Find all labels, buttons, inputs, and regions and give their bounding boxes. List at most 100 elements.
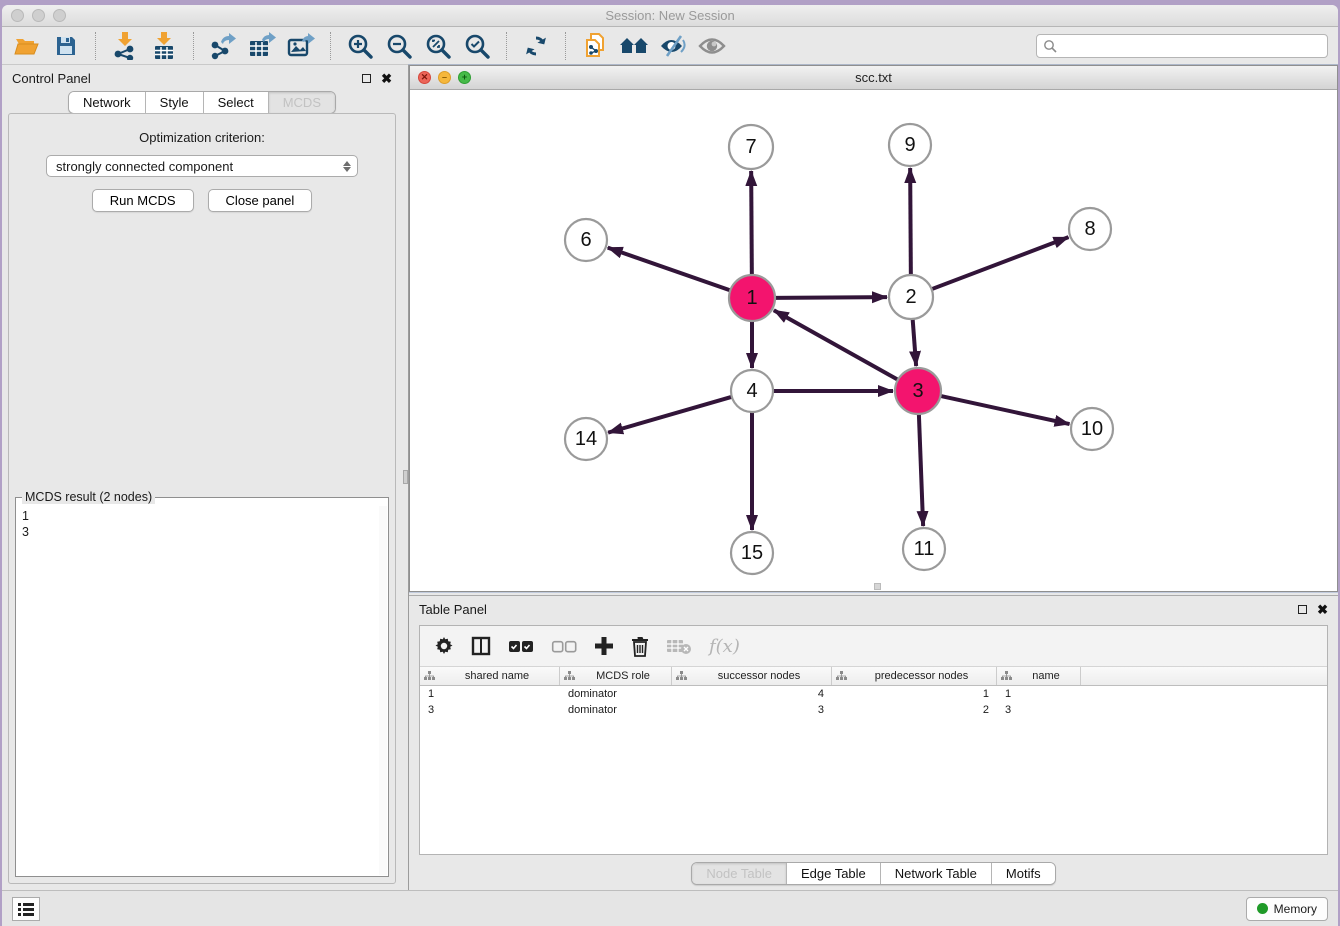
column-header-MCDS-role[interactable]: MCDS role xyxy=(560,667,672,685)
tab-network[interactable]: Network xyxy=(69,92,146,113)
edge-2-8[interactable] xyxy=(932,237,1069,289)
edge-2-9[interactable] xyxy=(910,168,911,275)
zoom-out-icon[interactable] xyxy=(384,31,414,61)
add-icon[interactable] xyxy=(594,636,614,656)
status-bar: Memory xyxy=(2,890,1338,926)
edge-1-7[interactable] xyxy=(751,171,752,275)
tab-network-table[interactable]: Network Table xyxy=(881,863,992,884)
column-header-predecessor-nodes[interactable]: predecessor nodes xyxy=(832,667,997,685)
control-panel-tabs: NetworkStyleSelectMCDS xyxy=(2,91,402,114)
mcds-result-group: MCDS result (2 nodes) 1 3 xyxy=(15,497,389,877)
task-history-button[interactable] xyxy=(12,897,40,921)
search-input[interactable] xyxy=(1061,39,1321,53)
float-panel-icon[interactable] xyxy=(362,74,371,83)
table-cell: dominator xyxy=(560,688,672,700)
zoom-in-icon[interactable] xyxy=(345,31,375,61)
export-table-icon[interactable] xyxy=(247,31,277,61)
node-label-1: 1 xyxy=(746,287,757,309)
divider-handle[interactable] xyxy=(403,470,408,484)
application-window: Session: New Session xyxy=(2,5,1338,926)
table-row[interactable]: 1dominator411 xyxy=(420,686,1327,702)
result-scrollbar[interactable] xyxy=(379,506,387,875)
network-graph[interactable]: 7968124314101511 xyxy=(410,90,1336,590)
search-field[interactable] xyxy=(1036,34,1328,58)
column-header-shared-name[interactable]: shared name xyxy=(420,667,560,685)
column-header-successor-nodes[interactable]: successor nodes xyxy=(672,667,832,685)
table-cell: 3 xyxy=(997,704,1081,716)
tab-mcds[interactable]: MCDS xyxy=(269,92,335,113)
sort-hierarchy-icon xyxy=(676,671,687,681)
table-tabs: Node TableEdge TableNetwork TableMotifs xyxy=(691,862,1055,885)
edge-1-2[interactable] xyxy=(775,297,887,298)
edge-2-3[interactable] xyxy=(913,319,917,366)
export-network-icon[interactable] xyxy=(208,31,238,61)
node-label-3: 3 xyxy=(912,380,923,402)
gear-icon[interactable] xyxy=(434,636,454,656)
network-window-titlebar[interactable]: ✕ – + scc.txt xyxy=(410,66,1337,90)
run-mcds-button[interactable]: Run MCDS xyxy=(92,189,194,212)
table-cell: 4 xyxy=(672,688,832,700)
node-table[interactable]: shared nameMCDS rolesuccessor nodesprede… xyxy=(420,666,1327,854)
deselect-all-icon[interactable] xyxy=(551,640,577,653)
table-cell: 1 xyxy=(997,688,1081,700)
sort-hierarchy-icon xyxy=(564,671,575,681)
import-table-icon[interactable] xyxy=(149,31,179,61)
control-panel: Control Panel ✖ NetworkStyleSelectMCDS O… xyxy=(2,65,402,890)
close-panel-icon[interactable]: ✖ xyxy=(1317,603,1328,616)
tab-edge-table[interactable]: Edge Table xyxy=(787,863,881,884)
toolbar-separator xyxy=(565,32,566,60)
function-builder-icon[interactable]: f(x) xyxy=(709,636,740,657)
node-label-2: 2 xyxy=(905,286,916,308)
right-area: ✕ – + scc.txt 7968124314101511 Table Pan… xyxy=(409,65,1338,890)
control-panel-header: Control Panel ✖ xyxy=(2,65,402,91)
hide-selected-icon[interactable] xyxy=(658,31,688,61)
search-icon xyxy=(1043,39,1057,53)
memory-button[interactable]: Memory xyxy=(1246,897,1328,921)
toolbar-separator xyxy=(193,32,194,60)
refresh-icon[interactable] xyxy=(521,31,551,61)
edge-3-1[interactable] xyxy=(774,310,898,380)
edge-4-14[interactable] xyxy=(608,397,732,433)
table-cell: dominator xyxy=(560,704,672,716)
delete-icon[interactable] xyxy=(631,636,649,657)
column-header-name[interactable]: name xyxy=(997,667,1081,685)
node-label-10: 10 xyxy=(1081,418,1103,440)
show-all-icon[interactable] xyxy=(697,31,727,61)
mcds-result-title: MCDS result (2 nodes) xyxy=(22,490,155,504)
float-panel-icon[interactable] xyxy=(1298,605,1307,614)
network-canvas[interactable]: 7968124314101511 xyxy=(410,90,1337,591)
select-all-icon[interactable] xyxy=(508,640,534,653)
tab-select[interactable]: Select xyxy=(204,92,269,113)
tab-motifs[interactable]: Motifs xyxy=(992,863,1055,884)
optimization-criterion-select[interactable]: strongly connected component xyxy=(46,155,358,177)
zoom-selected-icon[interactable] xyxy=(462,31,492,61)
network-resize-handle[interactable] xyxy=(874,583,881,590)
clone-network-icon[interactable] xyxy=(580,31,610,61)
tab-style[interactable]: Style xyxy=(146,92,204,113)
tab-node-table[interactable]: Node Table xyxy=(692,863,787,884)
home-icon[interactable] xyxy=(619,31,649,61)
table-row[interactable]: 3dominator323 xyxy=(420,702,1327,718)
export-image-icon[interactable] xyxy=(286,31,316,61)
node-label-7: 7 xyxy=(745,136,756,158)
delete-table-icon[interactable] xyxy=(666,637,692,655)
node-label-9: 9 xyxy=(904,134,915,156)
edge-1-6[interactable] xyxy=(608,248,731,291)
sort-hierarchy-icon xyxy=(836,671,847,681)
list-icon xyxy=(18,902,34,916)
mcds-tab-pane: Optimization criterion: strongly connect… xyxy=(8,113,396,884)
dropdown-value: strongly connected component xyxy=(56,159,233,174)
zoom-fit-icon[interactable] xyxy=(423,31,453,61)
mcds-result-text[interactable]: 1 3 xyxy=(17,506,379,875)
save-session-icon[interactable] xyxy=(51,31,81,61)
close-panel-button[interactable]: Close panel xyxy=(208,189,313,212)
open-session-icon[interactable] xyxy=(12,31,42,61)
import-network-icon[interactable] xyxy=(110,31,140,61)
toolbar-separator xyxy=(95,32,96,60)
edge-3-10[interactable] xyxy=(940,396,1069,424)
column-layout-icon[interactable] xyxy=(471,636,491,656)
panel-divider[interactable] xyxy=(402,65,409,890)
memory-status-icon xyxy=(1257,903,1268,914)
close-panel-icon[interactable]: ✖ xyxy=(381,72,392,85)
edge-3-11[interactable] xyxy=(919,414,923,526)
